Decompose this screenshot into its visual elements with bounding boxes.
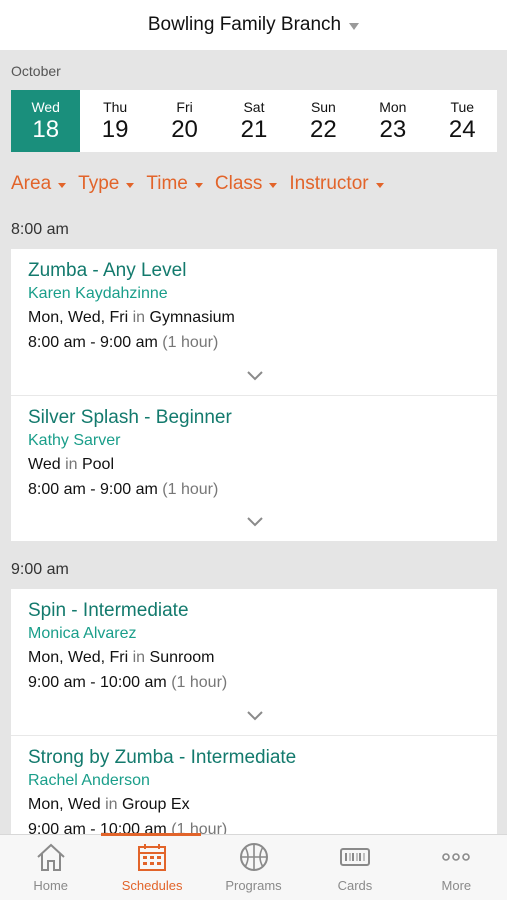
day-mon-23[interactable]: Mon 23 [358,90,427,152]
class-days-location: Wed in Pool [28,456,114,473]
month-label: October [11,63,61,79]
day-of-week: Tue [450,99,475,115]
day-of-week: Wed [31,99,60,115]
time-group-header: 8:00 am [11,221,69,238]
day-number: 19 [101,116,129,143]
caret-down-icon [194,183,203,188]
caret-down-icon [126,183,135,188]
chevron-down-icon[interactable] [246,709,264,721]
caret-down-icon [269,183,278,188]
bottom-tab-bar: Home Schedules Programs Cards More [0,833,507,900]
day-of-week: Sun [310,99,336,115]
filter-label: Class [214,173,263,194]
day-sun-22[interactable]: Sun 22 [289,90,358,152]
caret-down-icon [58,183,67,188]
filter-label: Instructor [289,173,369,194]
date-strip: Wed 18 Thu 19 Fri 20 Sat 21 Sun 22 Mon 2… [11,90,497,152]
filter-label: Area [11,173,52,194]
class-card: Zumba - Any Level Karen Kaydahzinne Mon,… [11,249,497,541]
tab-label: More [441,878,472,893]
class-hours: 8:00 am - 9:00 am (1 hour) [28,481,219,498]
day-of-week: Thu [103,99,128,115]
more-dots-icon [442,853,471,861]
class-item[interactable]: Spin - Intermediate Monica Alvarez Mon, … [11,589,497,735]
day-fri-20[interactable]: Fri 20 [150,90,219,152]
tab-programs[interactable]: Programs [203,835,304,900]
day-number: 20 [171,116,198,143]
caret-down-icon [375,183,384,188]
filter-class[interactable]: Class [215,173,278,195]
branch-title: Bowling Family Branch [147,14,342,35]
filter-label: Time [146,173,188,194]
tab-label: Cards [337,878,373,893]
day-tue-24[interactable]: Tue 24 [428,90,497,152]
day-thu-19[interactable]: Thu 19 [80,90,149,152]
chevron-down-icon[interactable] [246,369,264,381]
day-number: 22 [310,116,337,143]
day-of-week: Fri [176,99,193,115]
filter-bar: Area Type Time Class Instructor [11,173,384,195]
class-item[interactable]: Strong by Zumba - Intermediate Rachel An… [11,735,497,834]
day-wed-18[interactable]: Wed 18 [11,90,81,152]
tab-label: Programs [225,878,282,893]
chevron-down-icon[interactable] [246,515,264,527]
barcode-card-icon [339,848,370,866]
tab-schedules[interactable]: Schedules [101,833,202,900]
instructor-name[interactable]: Karen Kaydahzinne [28,283,480,305]
day-number: 18 [32,116,60,143]
tab-cards[interactable]: Cards [304,835,405,900]
day-sat-21[interactable]: Sat 21 [219,90,288,152]
branch-selector[interactable]: Bowling Family Branch [147,14,360,36]
class-days-location: Mon, Wed in Group Ex [28,796,190,813]
tab-label: Home [33,878,69,893]
class-hours: 8:00 am - 9:00 am (1 hour) [28,334,219,351]
class-item[interactable]: Zumba - Any Level Karen Kaydahzinne Mon,… [11,249,497,395]
caret-down-icon [349,23,360,30]
class-name: Spin - Intermediate [28,600,189,621]
day-number: 23 [379,116,407,143]
tab-more[interactable]: More [406,835,507,900]
filter-time[interactable]: Time [146,173,203,195]
day-of-week: Sat [243,99,265,115]
class-name: Silver Splash - Beginner [28,407,232,428]
filter-instructor[interactable]: Instructor [289,173,384,195]
day-number: 24 [448,116,476,143]
schedule-content[interactable]: October Wed 18 Thu 19 Fri 20 Sat 21 Sun … [0,50,507,834]
filter-type[interactable]: Type [78,173,135,195]
time-group-header: 9:00 am [11,561,69,578]
instructor-name[interactable]: Monica Alvarez [28,623,480,645]
day-of-week: Mon [379,99,407,115]
basketball-icon [239,843,268,871]
class-name: Strong by Zumba - Intermediate [28,747,297,768]
day-number: 21 [240,116,268,143]
home-icon [37,843,65,871]
filter-label: Type [78,173,120,194]
class-hours: 9:00 am - 10:00 am (1 hour) [28,674,228,691]
class-card: Spin - Intermediate Monica Alvarez Mon, … [11,589,497,834]
top-bar: Bowling Family Branch [0,0,507,50]
tab-home[interactable]: Home [0,835,101,900]
class-item[interactable]: Silver Splash - Beginner Kathy Sarver We… [11,395,497,541]
tab-label: Schedules [121,878,183,893]
instructor-name[interactable]: Rachel Anderson [28,770,480,792]
filter-area[interactable]: Area [11,173,67,195]
class-days-location: Mon, Wed, Fri in Gymnasium [28,309,235,326]
class-days-location: Mon, Wed, Fri in Sunroom [28,649,215,666]
calendar-icon [138,844,167,871]
instructor-name[interactable]: Kathy Sarver [28,430,480,452]
class-name: Zumba - Any Level [28,260,187,281]
class-hours: 9:00 am - 10:00 am (1 hour) [28,821,228,834]
